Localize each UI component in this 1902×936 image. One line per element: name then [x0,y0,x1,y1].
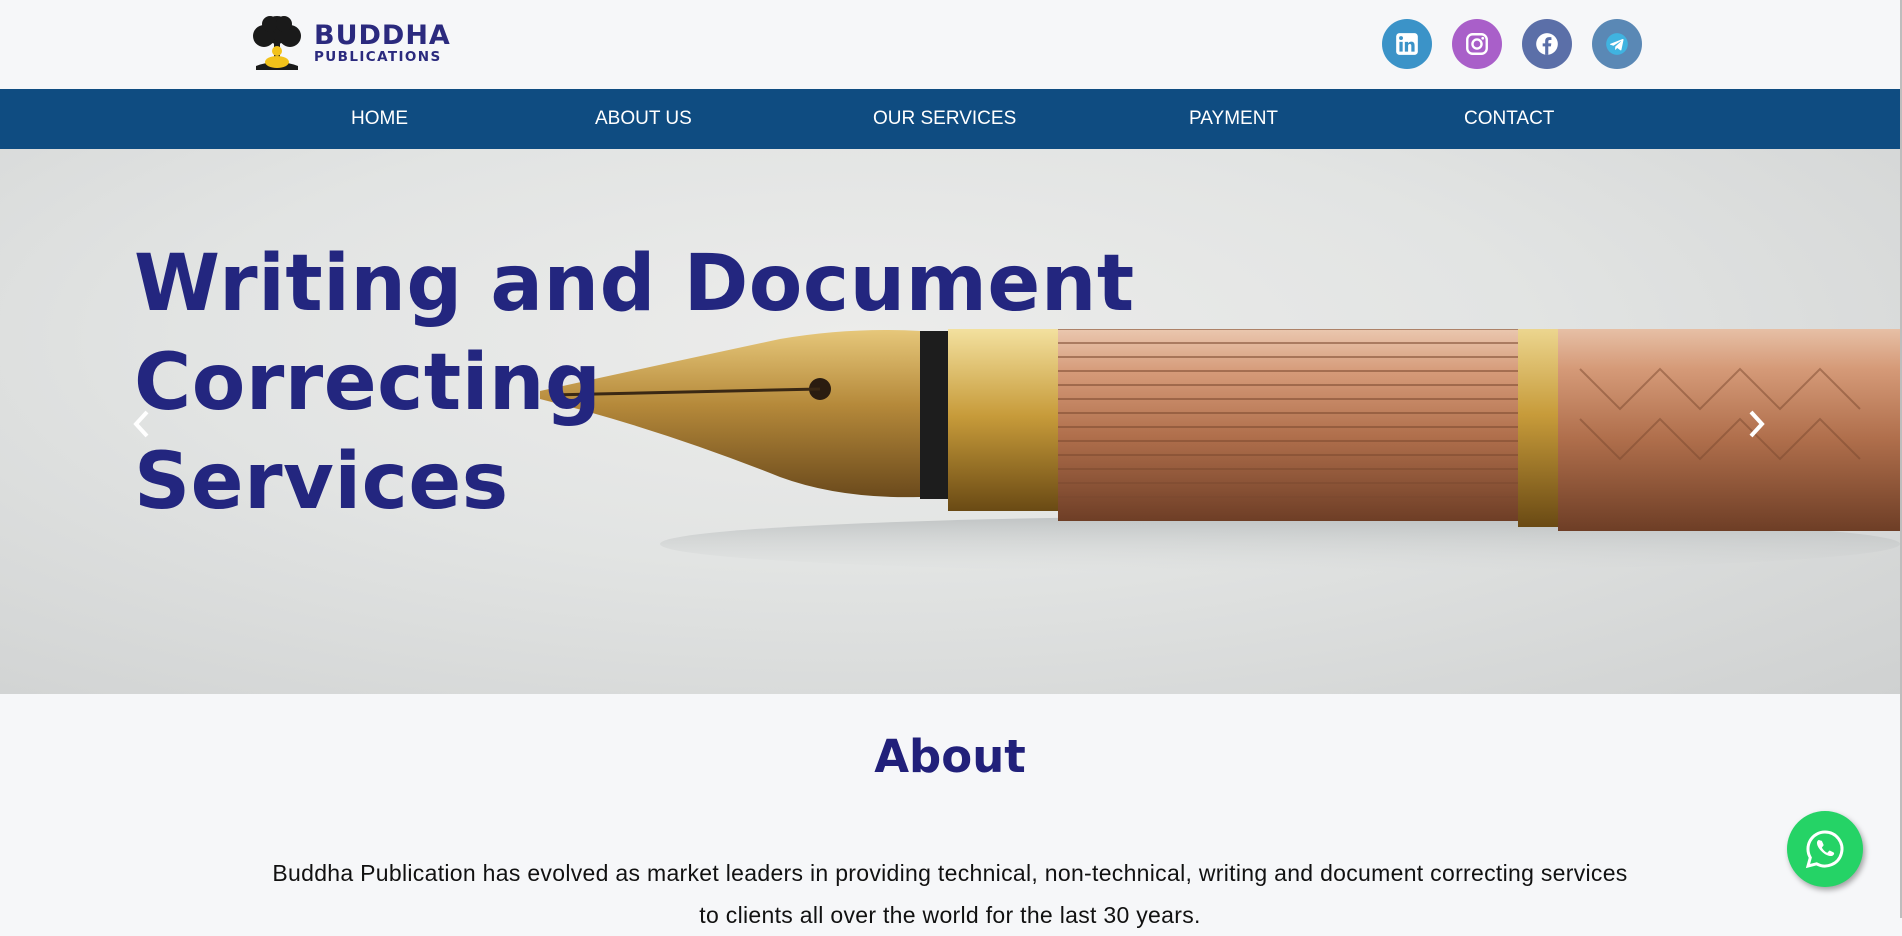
instagram-link[interactable] [1452,19,1502,69]
linkedin-link[interactable] [1382,19,1432,69]
facebook-link[interactable] [1522,19,1572,69]
carousel-next-button[interactable] [1736,399,1776,449]
hero-title: Writing and Document Correcting Services [134,235,1135,532]
site-logo[interactable]: BUDDHA PUBLICATIONS [246,12,451,74]
linkedin-icon [1396,33,1418,55]
telegram-link[interactable] [1592,19,1642,69]
telegram-icon [1606,33,1628,55]
nav-our-services[interactable]: OUR SERVICES [873,89,1016,149]
nav-payment[interactable]: PAYMENT [1189,89,1278,149]
chevron-right-icon [1749,410,1765,438]
nav-home[interactable]: HOME [351,89,408,149]
logo-title: BUDDHA [314,19,451,51]
whatsapp-icon [1805,830,1844,869]
hero-title-line-1: Writing and Document [134,239,1135,329]
about-text: Buddha Publication has evolved as market… [272,860,1628,928]
hero-carousel: Writing and Document Correcting Services [0,149,1902,694]
nav-about-us[interactable]: ABOUT US [595,89,692,149]
main-nav: HOME ABOUT US OUR SERVICES PAYMENT CONTA… [0,89,1902,149]
instagram-icon [1466,33,1488,55]
chevron-left-icon [133,410,149,438]
about-heading: About [874,730,1026,783]
hero-title-line-2: Correcting [134,338,602,428]
facebook-icon [1536,33,1558,55]
tree-buddha-logo-icon [253,16,301,70]
site-header: BUDDHA PUBLICATIONS [0,0,1902,89]
nav-contact[interactable]: CONTACT [1464,89,1554,149]
logo-subtitle: PUBLICATIONS [314,48,442,65]
carousel-prev-button[interactable] [122,399,162,449]
whatsapp-button[interactable] [1787,811,1863,887]
hero-title-line-3: Services [134,437,509,527]
